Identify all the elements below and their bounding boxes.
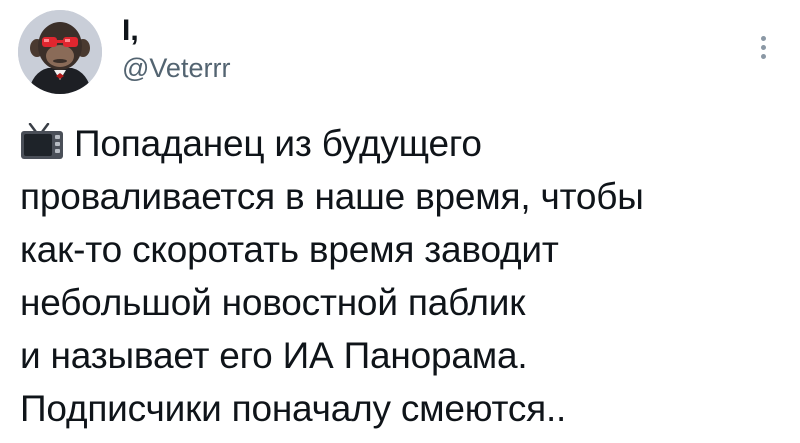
author-handle[interactable]: @Veterrr: [122, 52, 230, 84]
more-options-button[interactable]: [752, 30, 776, 66]
tweet-text-line: Попаданец из будущего: [20, 117, 790, 170]
tweet-text-line-3: как-то скоротать время заводит: [20, 229, 559, 270]
tweet-text-line-5: и называет его ИА Панорама.: [20, 335, 528, 376]
monkey-avatar-icon: [18, 10, 102, 94]
tweet-text-line-6: Подписчики поначалу смеются..: [20, 388, 567, 429]
tweet-text-line-2: проваливается в наше время, чтобы: [20, 176, 644, 217]
tweet-text-line-4: небольшой новостной паблик: [20, 282, 526, 323]
author-avatar[interactable]: [18, 10, 102, 94]
television-icon: [21, 123, 63, 159]
tweet-text: Попаданец из будущего проваливается в на…: [20, 117, 790, 435]
tweet-card: I, @Veterrr Попаданец из будущего провал…: [0, 0, 800, 443]
tweet-text-line-1: Попаданец из будущего: [74, 123, 482, 164]
author-display-name[interactable]: I,: [122, 14, 139, 48]
